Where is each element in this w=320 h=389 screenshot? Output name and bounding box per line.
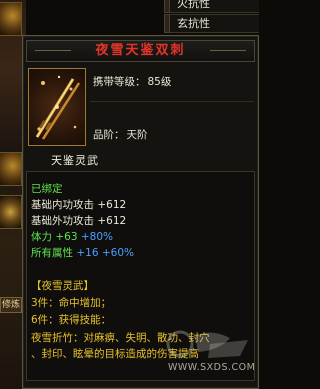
- stat-bonus: +60%: [101, 247, 134, 259]
- stat-label: 体力: [31, 231, 52, 243]
- stat-line: 基础外功攻击 +612: [31, 213, 126, 228]
- mystic-resist-row: 玄抗性: [170, 14, 259, 33]
- bound-status: 已绑定: [31, 183, 63, 195]
- fire-resist-label: 火抗性: [177, 0, 210, 10]
- item-icon-frame: [28, 68, 86, 146]
- stat-line: 基础内功攻击 +612: [31, 197, 126, 212]
- set-skill-cont: 、封印、眩晕的目标造成的伤害提高: [31, 348, 199, 360]
- stat-line: 所有属性 +16 +60%: [31, 245, 134, 260]
- item-title-bar: 夜雪天鉴双刺: [26, 40, 255, 62]
- stat-label: 基础外功攻击: [31, 215, 94, 227]
- equipment-slot-icon[interactable]: [0, 195, 22, 229]
- side-tab-label: 修炼: [1, 300, 20, 310]
- stat-value: +63: [55, 231, 78, 243]
- item-name: 夜雪天鉴双刺: [95, 43, 186, 58]
- twin-daggers-icon: [35, 75, 81, 140]
- set-bonus-6: 6件：获得技能：: [31, 314, 112, 326]
- item-level-label: 携带等级：: [93, 76, 146, 88]
- side-tab[interactable]: 修炼: [0, 297, 22, 313]
- set-bonus-3: 3件：命中增加；: [31, 297, 112, 309]
- item-rank: 品阶： 天阶: [93, 127, 253, 142]
- stat-bonus: +80%: [80, 231, 113, 243]
- mystic-resist-label: 玄抗性: [177, 17, 210, 30]
- item-stats-panel: 已绑定 基础内功攻击 +612 基础外功攻击 +612 体力 +63 +80% …: [26, 171, 255, 381]
- item-level: 携带等级： 85级: [93, 74, 253, 89]
- stat-value: +16: [76, 247, 99, 259]
- item-tooltip: 夜雪天鉴双刺 携带等级： 85级 品阶： 天阶 天鉴灵武 已绑定 基础内功攻击 …: [22, 35, 259, 389]
- item-category: 天鉴灵武: [51, 154, 99, 167]
- equipment-slot-icon[interactable]: [0, 152, 22, 186]
- title-ornament: [210, 50, 246, 51]
- set-skill: 夜雪折竹：对麻痹、失明、散功、封穴: [31, 332, 210, 344]
- stat-value: +612: [97, 215, 127, 227]
- info-divider: [90, 101, 254, 102]
- set-name: 【夜雪灵武】: [31, 280, 94, 292]
- stat-label: 基础内功攻击: [31, 199, 94, 211]
- item-rank-value: 天阶: [126, 129, 148, 141]
- stat-label: 所有属性: [31, 247, 73, 259]
- equipment-slot-icon[interactable]: [0, 2, 22, 36]
- title-ornament: [35, 50, 71, 51]
- fire-resist-row: 火抗性: [170, 0, 259, 13]
- stat-line: 体力 +63 +80%: [31, 229, 113, 244]
- item-level-value: 85级: [147, 76, 172, 88]
- stat-value: +612: [97, 199, 127, 211]
- item-rank-label: 品阶：: [93, 129, 125, 141]
